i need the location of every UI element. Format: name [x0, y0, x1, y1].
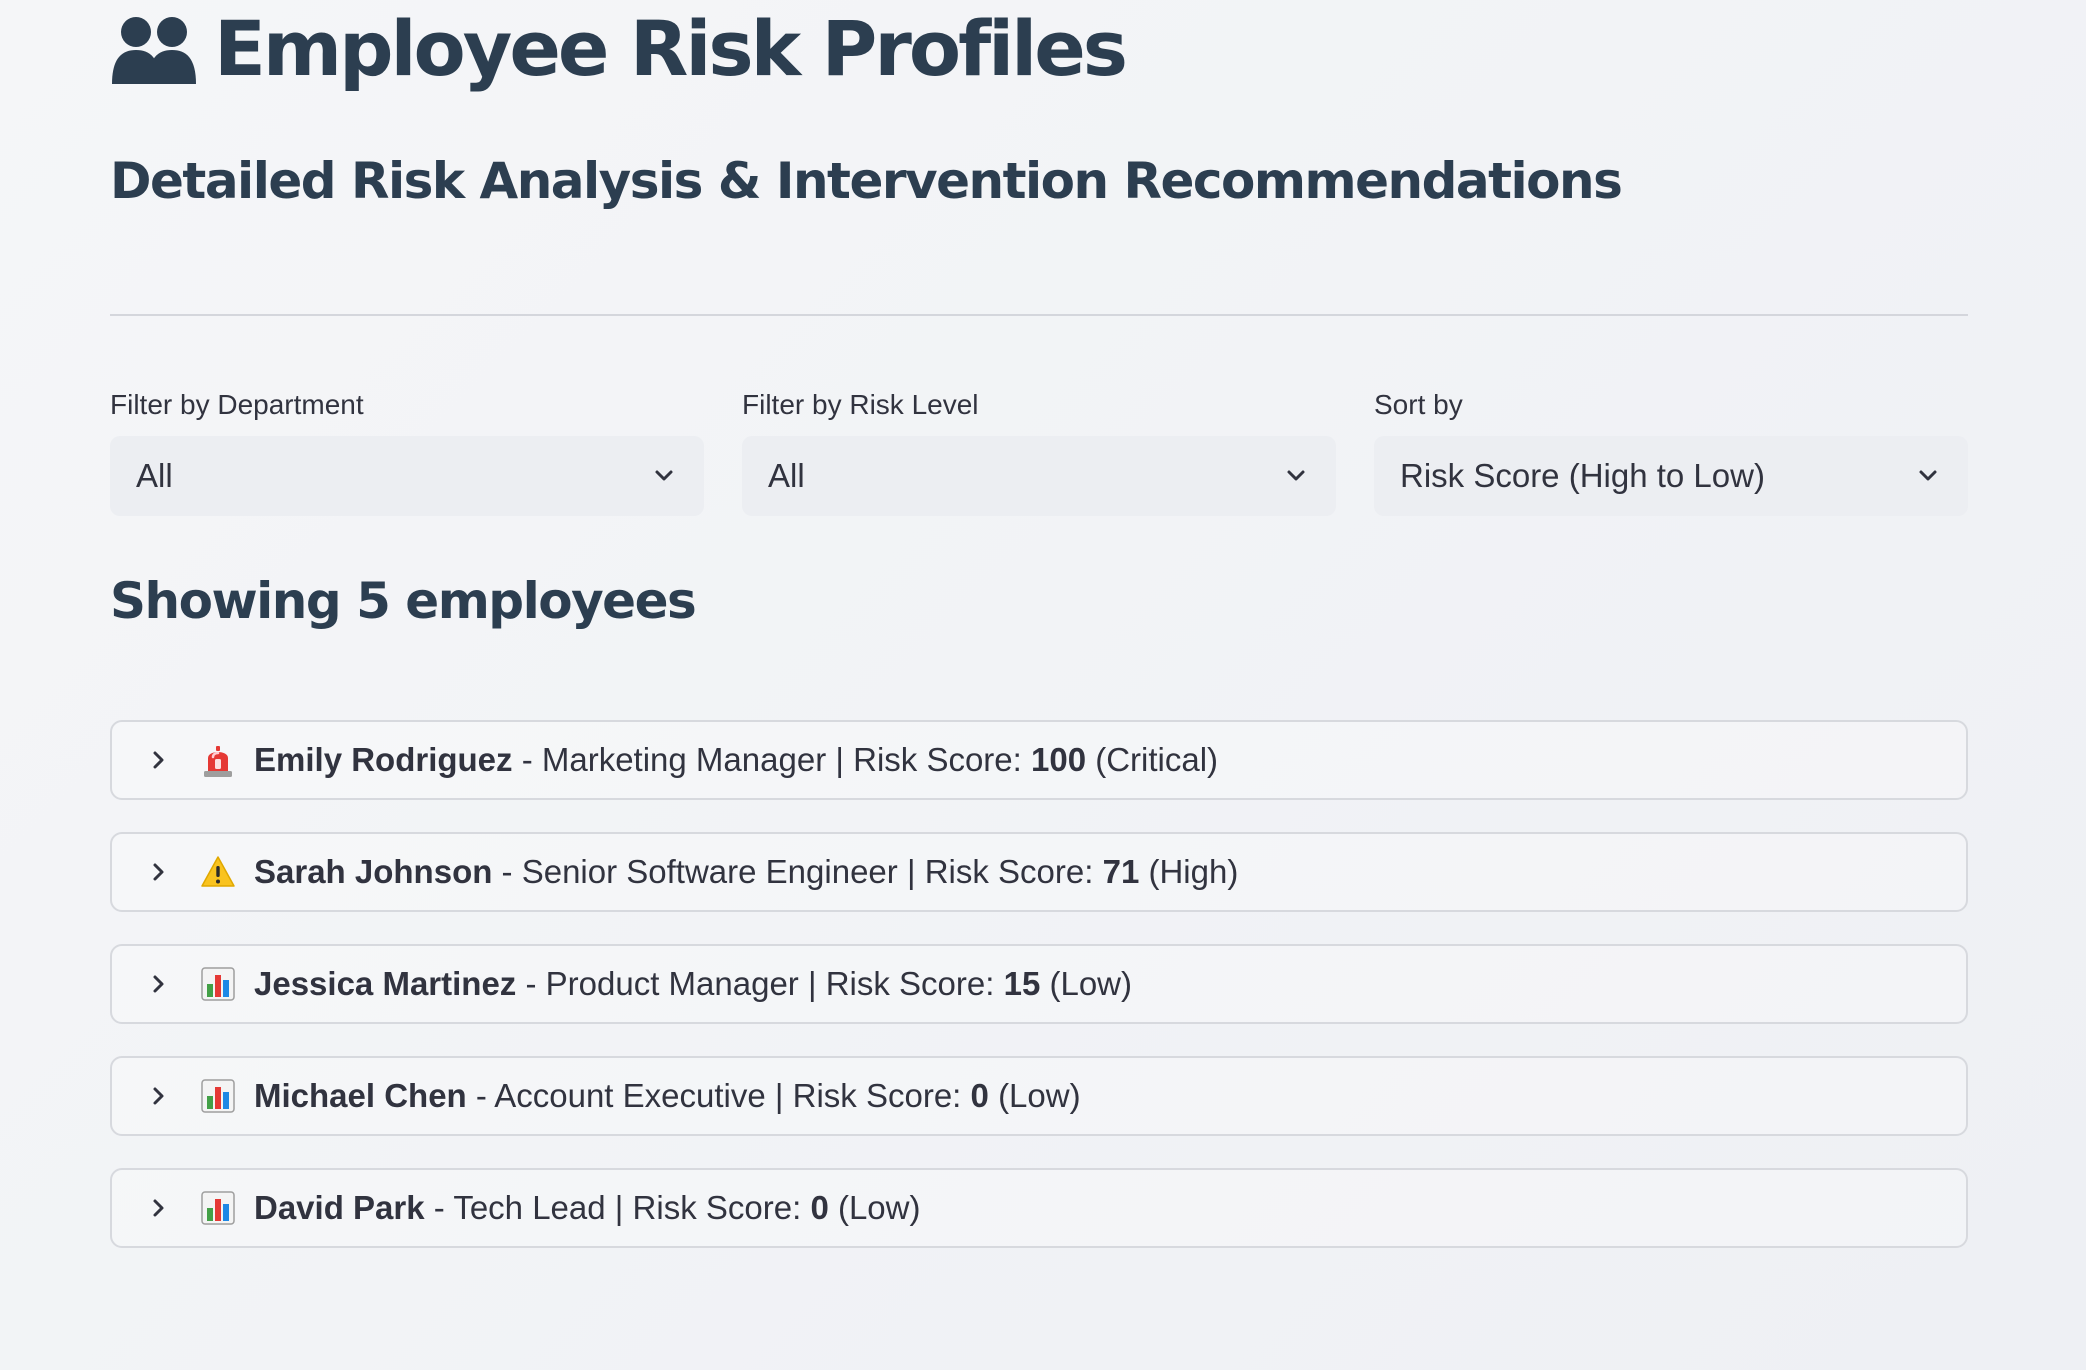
- risk-level-filter-label: Filter by Risk Level: [742, 389, 979, 420]
- chevron-down-icon: [1919, 470, 1937, 481]
- employee-name: Michael Chen: [254, 1077, 467, 1114]
- chevron-right-icon: [153, 751, 164, 769]
- risk-score-value: 0: [970, 1077, 989, 1114]
- employee-expander[interactable]: Jessica Martinez - Product Manager | Ris…: [110, 944, 1968, 1024]
- employee-name: Jessica Martinez: [254, 965, 517, 1002]
- risk-score-value: 100: [1031, 741, 1087, 778]
- results-count: Showing 5 employees: [110, 572, 697, 630]
- employee-summary: Michael Chen - Account Executive | Risk …: [254, 1077, 1081, 1114]
- risk-level-text: (Low): [1049, 965, 1133, 1002]
- siren-icon: [204, 746, 232, 777]
- employee-role: Account Executive: [494, 1077, 766, 1114]
- page-title: Employee Risk Profiles: [110, 0, 1128, 96]
- risk-level-filter: Filter by Risk Level All: [742, 384, 1336, 516]
- employee-name: David Park: [254, 1189, 425, 1226]
- employee-list: Emily Rodriguez - Marketing Manager | Ri…: [110, 720, 1968, 1280]
- employee-role: Tech Lead: [453, 1189, 606, 1226]
- chevron-down-icon: [655, 470, 673, 481]
- risk-score-value: 71: [1102, 853, 1140, 890]
- employee-summary: Emily Rodriguez - Marketing Manager | Ri…: [254, 741, 1219, 778]
- employee-role: Senior Software Engineer: [521, 853, 898, 890]
- chevron-right-icon: [153, 863, 164, 881]
- employee-expander[interactable]: David Park - Tech Lead | Risk Score: 0 (…: [110, 1168, 1968, 1248]
- risk-score-label: Risk Score:: [924, 853, 1094, 890]
- employee-expander[interactable]: Michael Chen - Account Executive | Risk …: [110, 1056, 1968, 1136]
- divider: [110, 314, 1968, 316]
- sort-filter-label: Sort by: [1374, 389, 1463, 420]
- risk-level-text: (Low): [837, 1189, 921, 1226]
- sort-select[interactable]: Risk Score (High to Low): [1374, 436, 1968, 516]
- warning-icon: [201, 856, 235, 887]
- employee-expander[interactable]: Emily Rodriguez - Marketing Manager | Ri…: [110, 720, 1968, 800]
- chevron-right-icon: [153, 975, 164, 993]
- employee-role: Marketing Manager: [541, 741, 827, 778]
- sort-select-value: Risk Score (High to Low): [1400, 457, 1765, 494]
- department-select[interactable]: All: [110, 436, 704, 516]
- employee-summary: Jessica Martinez - Product Manager | Ris…: [254, 965, 1133, 1002]
- risk-score-label: Risk Score:: [632, 1189, 802, 1226]
- risk-level-text: (High): [1148, 853, 1239, 890]
- two-people-icon: [112, 17, 196, 84]
- risk-level-select-value: All: [768, 457, 805, 494]
- employee-name: Emily Rodriguez: [254, 741, 513, 778]
- risk-score-label: Risk Score:: [792, 1077, 962, 1114]
- chevron-right-icon: [153, 1087, 164, 1105]
- page-subtitle: Detailed Risk Analysis & Intervention Re…: [110, 152, 1623, 210]
- employee-name: Sarah Johnson: [254, 853, 493, 890]
- risk-score-value: 0: [810, 1189, 829, 1226]
- chevron-right-icon: [153, 1199, 164, 1217]
- sort-filter: Sort by Risk Score (High to Low): [1374, 384, 1968, 516]
- risk-score-label: Risk Score:: [825, 965, 995, 1002]
- employee-summary: David Park - Tech Lead | Risk Score: 0 (…: [254, 1189, 921, 1226]
- bar-chart-icon: [201, 967, 235, 1001]
- employee-summary: Sarah Johnson - Senior Software Engineer…: [254, 853, 1239, 890]
- department-filter-label: Filter by Department: [110, 389, 364, 420]
- employee-role: Product Manager: [545, 965, 799, 1002]
- risk-score-value: 15: [1003, 965, 1041, 1002]
- department-select-value: All: [136, 457, 173, 494]
- risk-score-label: Risk Score:: [853, 741, 1022, 778]
- page-title-text: Employee Risk Profiles: [214, 3, 1128, 93]
- risk-level-text: (Critical): [1095, 741, 1219, 778]
- department-filter: Filter by Department All: [110, 384, 704, 516]
- bar-chart-icon: [201, 1191, 235, 1225]
- risk-level-text: (Low): [998, 1077, 1081, 1114]
- risk-level-select[interactable]: All: [742, 436, 1336, 516]
- chevron-down-icon: [1287, 470, 1305, 481]
- bar-chart-icon: [201, 1079, 235, 1113]
- employee-expander[interactable]: Sarah Johnson - Senior Software Engineer…: [110, 832, 1968, 912]
